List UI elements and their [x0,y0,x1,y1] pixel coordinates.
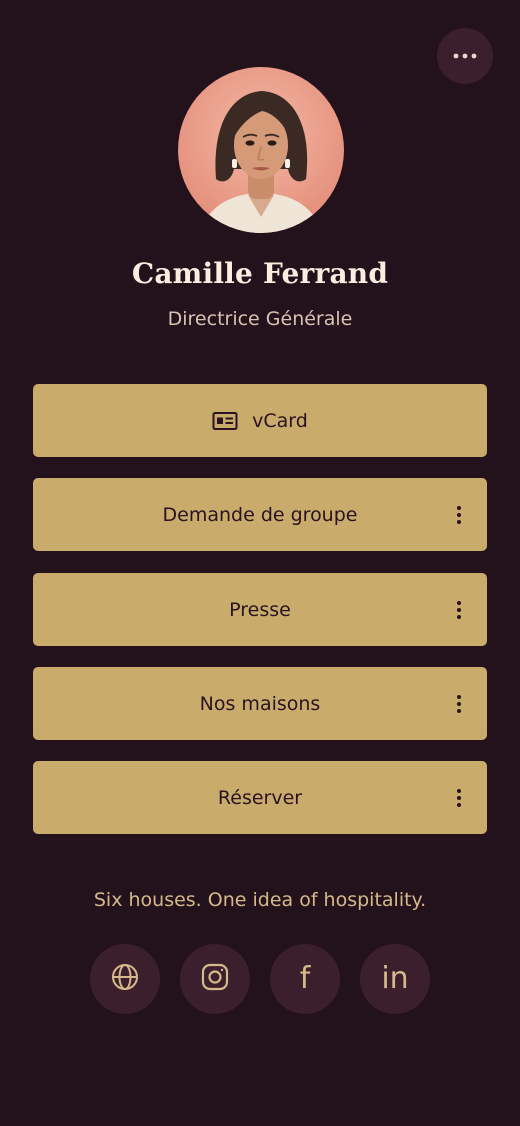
instagram-link[interactable] [180,944,250,1014]
website-link[interactable] [90,944,160,1014]
facebook-icon: f [299,961,311,996]
our-houses-button[interactable]: Nos maisons [33,667,487,740]
more-horizontal-icon [453,53,477,59]
group-request-label: Demande de groupe [162,503,358,526]
vcard-button[interactable]: vCard [33,384,487,457]
more-menu-button[interactable] [437,28,493,84]
instagram-icon [200,962,230,996]
more-vertical-icon[interactable] [451,504,467,526]
profile-name: Camille Ferrand [131,257,389,290]
book-button[interactable]: Réserver [33,761,487,834]
more-vertical-icon[interactable] [451,599,467,621]
linkedin-link[interactable]: in [360,944,430,1014]
profile-role: Directrice Générale [167,308,353,330]
our-houses-label: Nos maisons [199,692,321,715]
group-request-button[interactable]: Demande de groupe [33,478,487,551]
more-vertical-icon[interactable] [451,693,467,715]
vcard-label: vCard [252,409,308,432]
tagline: Six houses. One idea of hospitality. [93,889,427,911]
facebook-link[interactable]: f [270,944,340,1014]
more-vertical-icon[interactable] [451,787,467,809]
id-card-icon [212,411,238,431]
globe-icon [110,962,140,996]
avatar [178,67,344,233]
linkedin-icon: in [381,961,409,996]
press-button[interactable]: Presse [33,573,487,646]
book-label: Réserver [217,786,303,809]
press-label: Presse [229,598,291,621]
